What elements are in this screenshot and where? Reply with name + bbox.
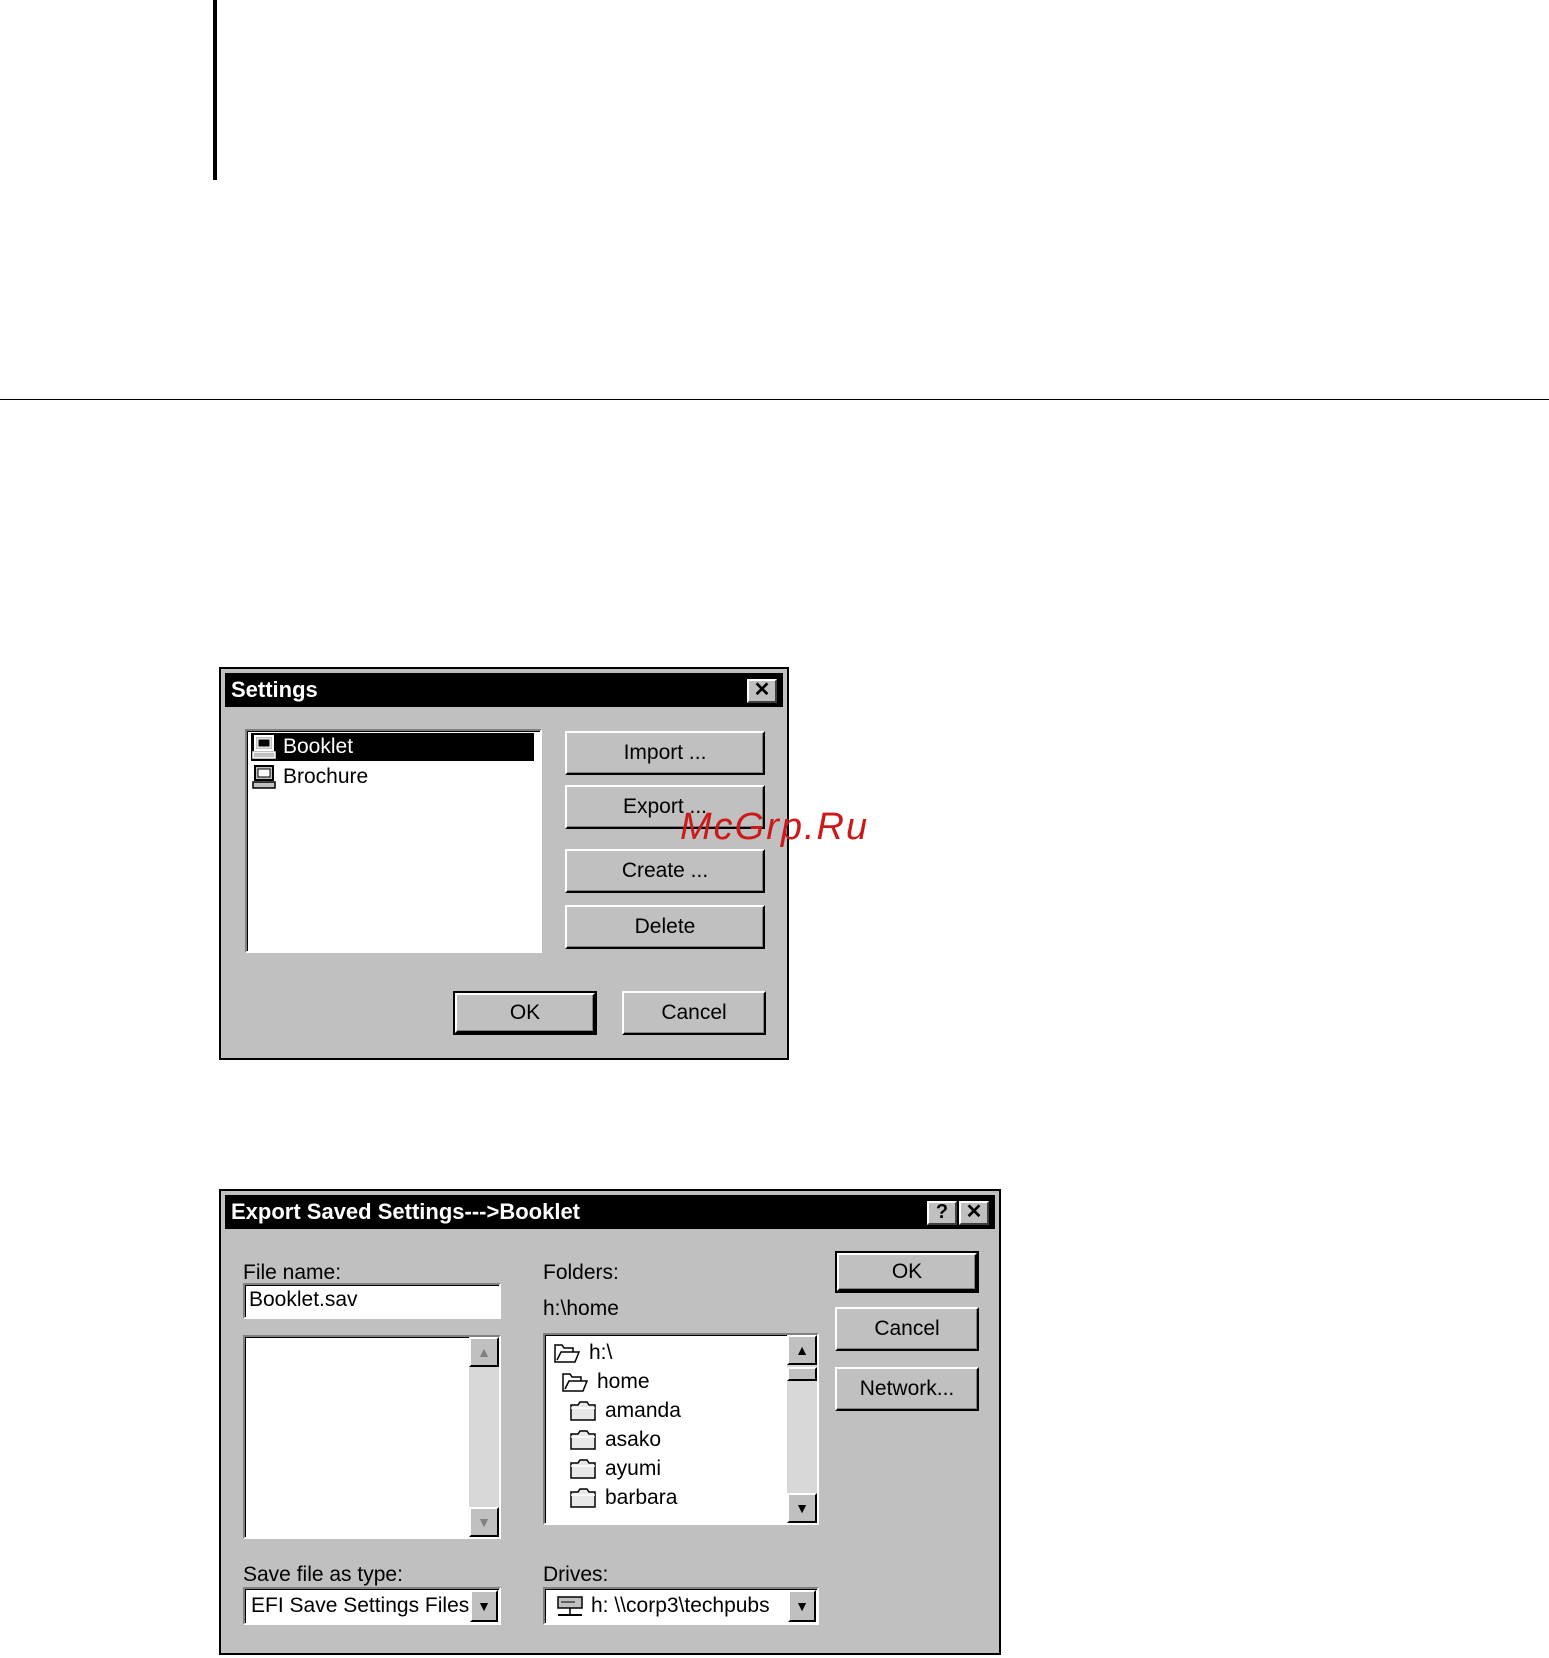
list-item[interactable]: Brochure [251,763,368,791]
computer-icon [252,765,276,790]
folder-item[interactable]: ayumi [569,1454,661,1483]
folder-item[interactable]: barbara [569,1483,677,1512]
export-title-bar: Export Saved Settings--->Booklet ? ✕ [225,1195,995,1229]
close-icon[interactable]: ✕ [959,1201,989,1225]
folder-icon [570,1430,596,1451]
open-folder-icon [562,1373,589,1393]
settings-list[interactable]: Booklet Brochure [245,729,542,953]
chevron-down-icon[interactable]: ▼ [470,1590,498,1622]
scroll-up-icon[interactable]: ▲ [469,1337,499,1367]
import-button[interactable]: Import ... [565,731,765,775]
ok-button[interactable]: OK [835,1251,979,1293]
file-list-scrollbar[interactable]: ▲ ▼ [469,1337,499,1537]
page-rule-horizontal [0,399,1549,400]
current-folder-path: h:\home [543,1297,619,1320]
folder-tree-scrollbar[interactable]: ▲ ▼ [787,1335,817,1523]
watermark-text: McGrp.Ru [680,806,870,848]
file-list[interactable]: ▲ ▼ [243,1335,501,1539]
help-icon[interactable]: ? [927,1201,957,1225]
folder-item[interactable]: h:\ [553,1338,612,1367]
scroll-down-icon[interactable]: ▼ [469,1507,499,1537]
margin-rule-vertical [213,0,217,180]
folders-label: Folders: [543,1261,619,1284]
save-type-select[interactable]: EFI Save Settings Files ▼ [243,1587,501,1625]
folder-icon [570,1401,596,1422]
scroll-up-icon[interactable]: ▲ [787,1335,817,1365]
settings-title: Settings [231,677,318,702]
export-dialog: Export Saved Settings--->Booklet ? ✕ Fil… [219,1189,1001,1655]
scroll-thumb[interactable] [787,1367,817,1381]
save-type-label: Save file as type: [243,1563,403,1586]
settings-title-bar: Settings ✕ [225,673,783,707]
create-button[interactable]: Create ... [565,849,765,893]
cancel-button[interactable]: Cancel [835,1307,979,1351]
drives-select[interactable]: h: \\corp3\techpubs ▼ [543,1587,819,1625]
close-icon[interactable]: ✕ [747,679,777,703]
list-item-label: Booklet [283,735,354,758]
folder-icon [570,1459,596,1480]
ok-button[interactable]: OK [453,991,597,1035]
folder-tree[interactable]: h:\ home amanda asako ayumi barbara ▲ ▼ [543,1333,819,1525]
list-item[interactable]: Booklet [251,733,534,761]
list-item-label: Brochure [283,765,369,788]
folder-icon [570,1488,596,1509]
network-drive-icon [557,1596,583,1617]
chevron-down-icon[interactable]: ▼ [788,1590,816,1622]
network-button[interactable]: Network... [835,1367,979,1411]
delete-button[interactable]: Delete [565,905,765,949]
file-name-input[interactable]: Booklet.sav [243,1283,501,1319]
export-title: Export Saved Settings--->Booklet [231,1199,581,1224]
folder-item[interactable]: asako [569,1425,661,1454]
drives-label: Drives: [543,1563,609,1586]
file-name-label: File name: [243,1261,342,1284]
cancel-button[interactable]: Cancel [622,991,766,1035]
computer-icon [252,735,276,760]
folder-item[interactable]: amanda [569,1396,681,1425]
scroll-down-icon[interactable]: ▼ [787,1493,817,1523]
folder-item[interactable]: home [561,1367,650,1396]
open-folder-icon [554,1344,581,1364]
settings-dialog: Settings ✕ Booklet Brochure Import ... E… [219,667,789,1060]
